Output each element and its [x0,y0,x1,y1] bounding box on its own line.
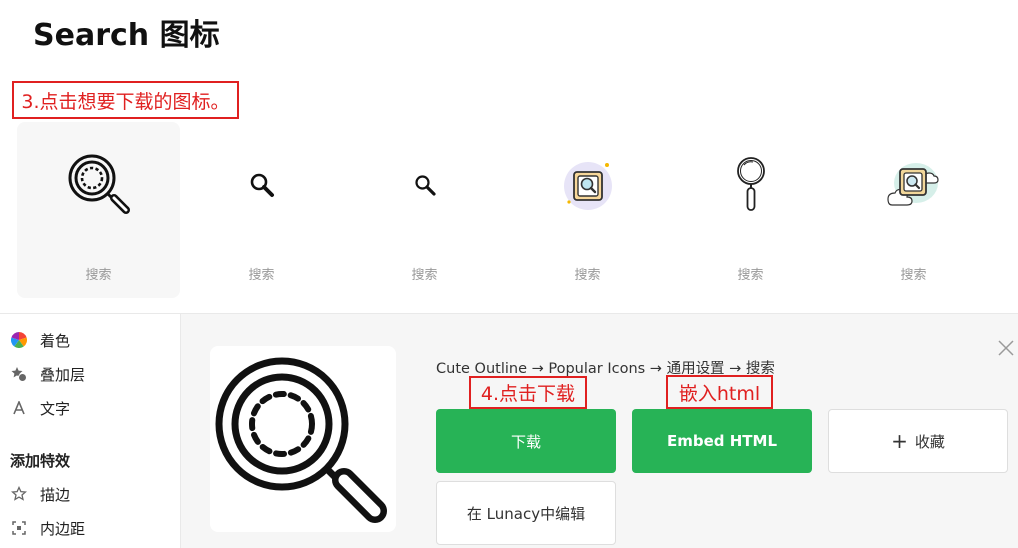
search-cloud-frame-icon [886,163,939,206]
icon-detail-panel: 着色 叠加层 文字 添加特效 描边 内边距 Cute Outline → Pop… [0,313,1018,548]
search-magnifier-vertical-icon [736,157,765,211]
search-outline-large-icon [68,154,130,214]
effects-heading: 添加特效 [10,452,71,470]
icon-result-4[interactable]: 搜索 [506,122,669,298]
favorite-label: 收藏 [914,432,945,451]
sidebar-item-text[interactable]: 文字 [10,396,70,420]
icon-result-3[interactable]: 搜索 [343,122,506,298]
annotation-step4: 4.点击下载 [469,376,587,409]
icon-result-5[interactable]: 搜索 [669,122,832,298]
overlay-icon [10,365,28,383]
text-icon [10,399,28,417]
sidebar-item-overlay[interactable]: 叠加层 [10,362,85,386]
padding-icon [10,519,28,537]
sidebar-item-stroke[interactable]: 描边 [10,482,70,506]
sidebar-item-label: 文字 [40,399,71,418]
icon-grid: 搜索 搜索 搜索 搜索 搜索 搜索 [17,122,1017,298]
icon-caption: 搜索 [411,268,438,283]
icon-preview [210,346,396,532]
search-outline-large-icon [215,357,387,523]
icon-caption: 搜索 [900,268,927,283]
sidebar-item-recolor[interactable]: 着色 [10,328,70,352]
sidebar-item-label: 叠加层 [40,365,86,384]
icon-result-2[interactable]: 搜索 [180,122,343,298]
icon-caption: 搜索 [737,268,764,283]
sidebar-item-label: 描边 [40,485,71,504]
icon-caption: 搜索 [248,268,275,283]
annotation-step3: 3.点击想要下载的图标。 [12,81,239,119]
annotation-embed: 嵌入html [666,375,773,409]
add-favorite-button[interactable]: + 收藏 [828,409,1008,473]
color-wheel-icon [10,331,28,349]
edit-in-lunacy-button[interactable]: 在 Lunacy中编辑 [436,481,616,545]
embed-html-button[interactable]: Embed HTML [632,409,812,473]
search-color-frame-icon [563,162,612,210]
icon-caption: 搜索 [85,268,112,283]
close-icon[interactable] [996,338,1016,358]
sidebar-item-padding[interactable]: 内边距 [10,516,85,540]
edit-sidebar: 着色 叠加层 文字 添加特效 描边 内边距 [0,314,181,548]
page-title: Search 图标 [33,18,220,53]
icon-result-1[interactable]: 搜索 [17,122,180,298]
plus-icon: + [891,429,908,453]
star-outline-icon [10,485,28,503]
icon-result-6[interactable]: 搜索 [832,122,995,298]
sidebar-item-label: 着色 [40,331,71,350]
icon-caption: 搜索 [574,268,601,283]
download-button[interactable]: 下载 [436,409,616,473]
sidebar-item-label: 内边距 [40,519,86,538]
search-glyph-icon [250,173,274,197]
search-glyph-small-icon [414,175,436,196]
